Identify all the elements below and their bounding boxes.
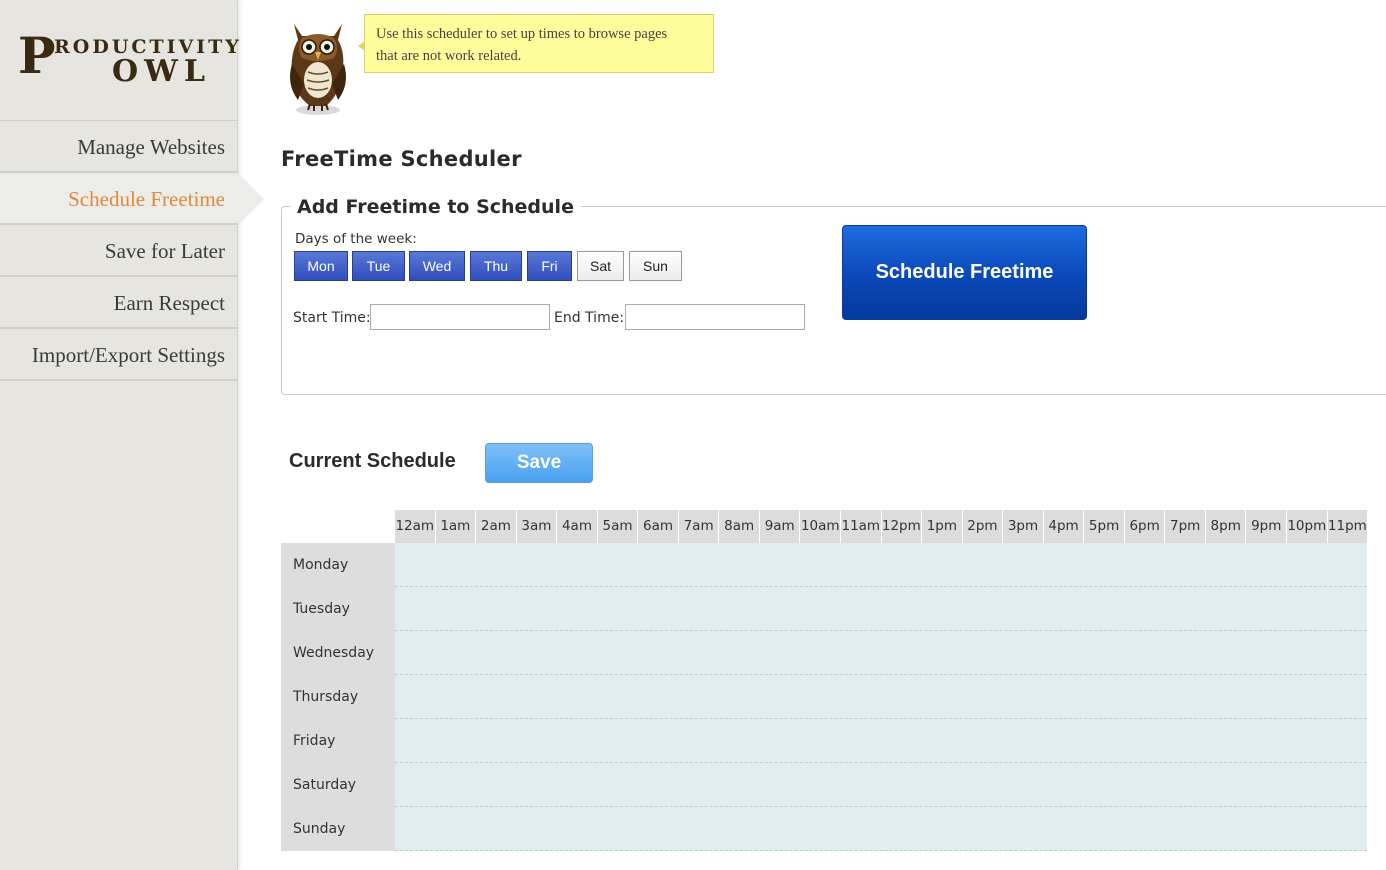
- hour-header-cell: 9am: [758, 510, 800, 543]
- schedule-hour-header: 12am 1am 2am 3am 4am 5am 6am 7am 8am 9am 10am 11am 1…: [395, 510, 1367, 543]
- sidebar-item-label: Schedule Freetime: [68, 187, 225, 211]
- owl-icon: [280, 14, 356, 118]
- day-toggle-thu[interactable]: Thu: [470, 251, 522, 281]
- sidebar-item-label: Manage Websites: [77, 135, 225, 159]
- start-time-input[interactable]: [370, 304, 550, 330]
- sidebar-item-import-export-settings[interactable]: Import/Export Settings: [0, 329, 238, 381]
- sidebar-nav: Manage Websites Schedule Freetime Save f…: [0, 120, 264, 381]
- schedule-day-row[interactable]: [395, 719, 1367, 763]
- hour-header-cell: 9pm: [1245, 510, 1286, 543]
- hour-header-cell: 4pm: [1042, 510, 1084, 543]
- day-toggle-sat[interactable]: Sat: [577, 251, 624, 281]
- schedule-day-label: Tuesday: [293, 601, 350, 617]
- hour-header-cell: 6am: [637, 510, 678, 543]
- hour-header-cell: 5am: [596, 510, 638, 543]
- day-toggle-sun[interactable]: Sun: [629, 251, 682, 281]
- end-time-label: End Time:: [554, 310, 625, 326]
- schedule-day-label: Sunday: [293, 821, 346, 837]
- hour-header-cell: 8pm: [1204, 510, 1246, 543]
- hour-header-cell: 1am: [434, 510, 476, 543]
- sidebar-item-label: Earn Respect: [113, 291, 225, 315]
- add-freetime-fieldset: [281, 206, 1386, 395]
- sidebar-item-schedule-freetime[interactable]: Schedule Freetime: [0, 173, 264, 225]
- schedule-day-label: Thursday: [293, 689, 359, 705]
- current-schedule-title: Current Schedule: [289, 450, 456, 472]
- schedule-freetime-button[interactable]: Schedule Freetime: [842, 225, 1087, 320]
- productivity-owl-logo[interactable]: P RODUCTIVITY OWL: [18, 26, 239, 90]
- help-tooltip: Use this scheduler to set up times to br…: [358, 14, 714, 73]
- day-toggle-tue[interactable]: Tue: [352, 251, 405, 281]
- hour-header-cell: 12pm: [880, 510, 922, 543]
- day-toggle-fri[interactable]: Fri: [527, 251, 572, 281]
- schedule-day-label: Monday: [293, 557, 349, 573]
- hour-header-cell: 10am: [799, 510, 840, 543]
- hour-header-cell: 2pm: [961, 510, 1003, 543]
- sidebar: P RODUCTIVITY OWL Manage Websites Schedu…: [0, 0, 264, 870]
- sidebar-item-save-for-later[interactable]: Save for Later: [0, 225, 238, 277]
- sidebar-item-label: Save for Later: [104, 239, 225, 263]
- schedule-grid[interactable]: [395, 543, 1367, 851]
- hour-header-cell: 2am: [475, 510, 516, 543]
- add-freetime-legend: Add Freetime to Schedule: [290, 196, 581, 218]
- schedule-day-label: Saturday: [293, 777, 357, 793]
- end-time-input[interactable]: [625, 304, 805, 330]
- days-of-week-label: Days of the week:: [295, 231, 417, 247]
- sidebar-item-manage-websites[interactable]: Manage Websites: [0, 121, 238, 173]
- hour-header-cell: 6pm: [1123, 510, 1165, 543]
- day-toggle-wed[interactable]: Wed: [409, 251, 465, 281]
- schedule-day-label: Wednesday: [293, 645, 375, 661]
- schedule-day-column: Monday Tuesday Wednesday Thursday Friday Satu…: [281, 543, 395, 851]
- hour-header-cell: 3pm: [1002, 510, 1043, 543]
- schedule-day-row[interactable]: [395, 587, 1367, 631]
- sidebar-item-label: Import/Export Settings: [31, 343, 225, 367]
- hour-header-cell: 1pm: [921, 510, 962, 543]
- page-title: FreeTime Scheduler: [281, 147, 522, 171]
- logo-initial: P: [18, 26, 56, 85]
- hour-header-cell: 4am: [556, 510, 597, 543]
- save-button[interactable]: Save: [485, 443, 593, 483]
- hour-header-cell: 7am: [677, 510, 719, 543]
- hour-header-cell: 10pm: [1286, 510, 1327, 543]
- schedule-day-label: Friday: [293, 733, 336, 749]
- tooltip-line1: Use this scheduler to set up times to br…: [376, 26, 668, 42]
- start-time-label: Start Time:: [293, 310, 371, 326]
- schedule-day-row[interactable]: [395, 763, 1367, 807]
- tooltip-line2: that are not work related.: [376, 48, 522, 64]
- schedule-day-row[interactable]: [395, 675, 1367, 719]
- hour-header-cell: 5pm: [1083, 510, 1124, 543]
- schedule-day-row[interactable]: [395, 631, 1367, 675]
- schedule-day-row[interactable]: [395, 543, 1367, 587]
- hour-header-cell: 8am: [718, 510, 759, 543]
- hour-header-cell: 3am: [515, 510, 557, 543]
- hour-header-cell: 11am: [840, 510, 881, 543]
- schedule-day-row[interactable]: [395, 807, 1367, 851]
- day-toggle-mon[interactable]: Mon: [294, 251, 348, 281]
- hour-header-cell: 7pm: [1164, 510, 1205, 543]
- hour-header-cell: 12am: [395, 518, 435, 534]
- hour-header-cell: 11pm: [1326, 510, 1368, 543]
- sidebar-item-earn-respect[interactable]: Earn Respect: [0, 277, 238, 329]
- logo-line2: OWL: [112, 54, 211, 89]
